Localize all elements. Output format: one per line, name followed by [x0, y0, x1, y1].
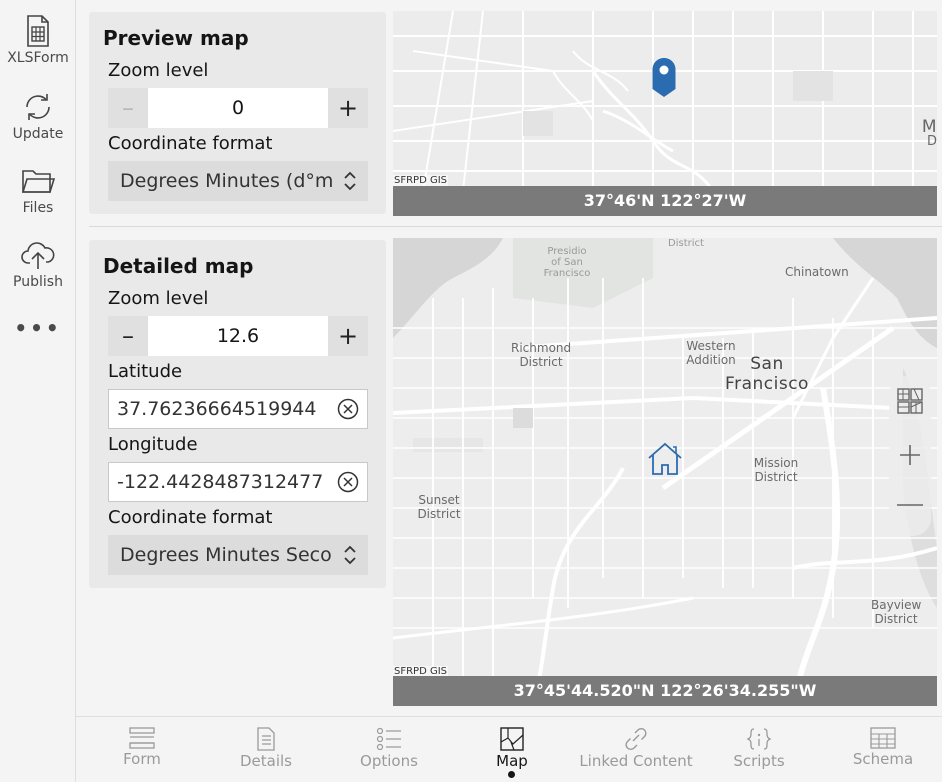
tab-label: Map: [496, 752, 528, 770]
home-location-icon: [648, 442, 682, 475]
preview-coord-format-value: Degrees Minutes (d°m'): [120, 170, 332, 192]
preview-zoom-value[interactable]: 0: [148, 88, 328, 128]
details-icon: [257, 727, 275, 751]
preview-zoom-label: Zoom level: [108, 60, 209, 81]
map-label-richmond: Richmond District: [511, 341, 572, 369]
side-rail: XLSForm Update Files Publish •••: [0, 0, 76, 782]
tab-label: Options: [360, 752, 418, 770]
basemap-icon: [897, 388, 923, 414]
tab-label: Scripts: [733, 752, 785, 770]
basemap-gallery-button[interactable]: [889, 380, 931, 422]
preview-zoom-stepper: – 0 +: [108, 88, 368, 128]
map-label-sunset: Sunset District: [417, 493, 461, 521]
map-label-top-district: District: [668, 238, 704, 249]
more-button[interactable]: •••: [0, 316, 76, 340]
detailed-coord-format-value: Degrees Minutes Seconds: [120, 544, 332, 566]
longitude-value: -122.4428487312477: [117, 471, 324, 493]
preview-coord-format-label: Coordinate format: [108, 133, 273, 154]
folder-icon: [21, 170, 56, 193]
map-label-mission: Mission District: [753, 456, 799, 484]
map-label-san-francisco: San Francisco: [725, 354, 809, 394]
list-options-icon: [376, 727, 401, 751]
preview-map-attribution: SFRPD GIS: [393, 175, 449, 186]
detailed-zoom-label: Zoom level: [108, 288, 209, 309]
map-tools: [889, 376, 931, 536]
rail-label: Files: [22, 200, 54, 216]
tab-details[interactable]: Details: [204, 717, 328, 782]
preview-coord-format-select[interactable]: Degrees Minutes (d°m'): [108, 161, 368, 201]
tab-linked-content[interactable]: Linked Content: [574, 717, 698, 782]
rail-item-xlsform[interactable]: XLSForm: [0, 14, 76, 66]
map-label-presidio: Presidio of San Francisco: [543, 246, 591, 279]
minus-icon: [897, 504, 923, 506]
tab-label: Form: [123, 750, 161, 768]
form-icon: [129, 727, 155, 749]
detailed-map[interactable]: Presidio of San Francisco District China…: [393, 238, 937, 706]
clear-longitude-icon[interactable]: [337, 471, 359, 493]
latitude-input[interactable]: 37.76236664519944: [108, 389, 368, 429]
chevron-up-down-icon: [344, 545, 356, 565]
longitude-label: Longitude: [108, 434, 198, 455]
rail-item-publish[interactable]: Publish: [0, 238, 76, 290]
app-window: XLSForm Update Files Publish ••• Preview…: [0, 0, 942, 782]
rail-item-files[interactable]: Files: [0, 164, 76, 216]
active-tab-indicator: [508, 771, 515, 778]
bottom-tab-bar: Form Details Options Map Linked Content …: [76, 716, 942, 782]
detailed-zoom-increment-button[interactable]: +: [328, 316, 368, 356]
cloud-upload-icon: [21, 242, 55, 269]
preview-map-coordinates: 37°46'N 122°27'W: [393, 186, 937, 216]
tab-map[interactable]: Map: [450, 717, 574, 782]
latitude-value: 37.76236664519944: [117, 398, 317, 420]
longitude-input[interactable]: -122.4428487312477: [108, 462, 368, 502]
zoom-out-button[interactable]: [889, 484, 931, 526]
detailed-map-panel: Detailed map Zoom level – 12.6 + Latitud…: [89, 240, 386, 588]
tab-label: Linked Content: [579, 752, 693, 770]
tab-scripts[interactable]: Scripts: [697, 717, 821, 782]
preview-map-panel: Preview map Zoom level – 0 + Coordinate …: [89, 12, 386, 214]
link-icon: [625, 727, 647, 751]
rail-label: Publish: [13, 274, 63, 290]
chevron-up-down-icon: [344, 171, 356, 191]
preview-map-title: Preview map: [103, 26, 249, 50]
detailed-zoom-value[interactable]: 12.6: [148, 316, 328, 356]
plus-icon: [900, 445, 920, 465]
detailed-map-title: Detailed map: [103, 254, 254, 278]
table-icon: [870, 727, 896, 749]
preview-zoom-increment-button[interactable]: +: [328, 88, 368, 128]
section-divider: [89, 226, 942, 227]
rail-label: Update: [12, 126, 64, 142]
code-braces-icon: [746, 728, 772, 750]
map-label-chinatown: Chinatown: [785, 265, 849, 279]
latitude-label: Latitude: [108, 361, 183, 382]
refresh-icon: [26, 94, 50, 120]
map-pin-icon: [652, 58, 676, 97]
zoom-in-button[interactable]: [889, 434, 931, 476]
spreadsheet-icon: [27, 15, 49, 47]
detailed-coord-format-select[interactable]: Degrees Minutes Seconds: [108, 535, 368, 575]
preview-zoom-decrement-button[interactable]: –: [108, 88, 148, 128]
detailed-zoom-stepper: – 12.6 +: [108, 316, 368, 356]
detailed-map-coordinates: 37°45'44.520"N 122°26'34.255"W: [393, 676, 937, 706]
detailed-zoom-decrement-button[interactable]: –: [108, 316, 148, 356]
tab-label: Details: [239, 752, 292, 770]
rail-item-update[interactable]: Update: [0, 90, 76, 142]
tab-label: Schema: [852, 750, 914, 768]
map-icon: [500, 727, 524, 751]
preview-map[interactable]: M D SFRPD GIS 37°46'N 122°27'W: [393, 11, 937, 216]
detailed-coord-format-label: Coordinate format: [108, 507, 273, 528]
clear-latitude-icon[interactable]: [337, 398, 359, 420]
tab-options[interactable]: Options: [327, 717, 451, 782]
map-label-d: D: [926, 134, 937, 149]
rail-label: XLSForm: [7, 50, 69, 66]
tab-schema[interactable]: Schema: [821, 717, 942, 782]
tab-form[interactable]: Form: [80, 717, 204, 782]
map-label-bayview: Bayview District: [871, 598, 922, 626]
